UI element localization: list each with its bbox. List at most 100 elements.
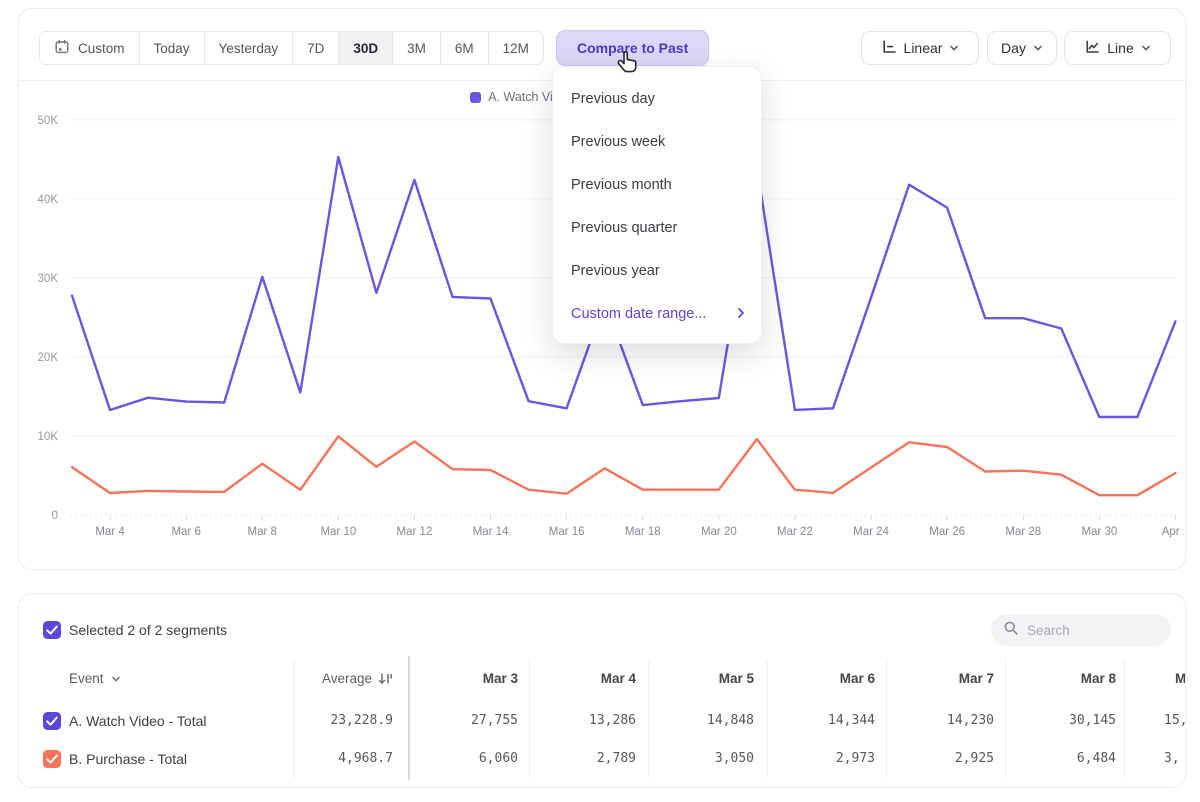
selected-segments-label: Selected 2 of 2 segments bbox=[69, 621, 227, 639]
menu-item-custom-date-range[interactable]: Custom date range... bbox=[553, 292, 761, 335]
y-axis-label: 40K bbox=[38, 194, 59, 206]
chevron-right-icon bbox=[737, 306, 745, 324]
calendar-icon bbox=[54, 39, 70, 58]
column-divider bbox=[767, 660, 768, 778]
range-option-today[interactable]: Today bbox=[140, 32, 205, 64]
average-value: 23,228.9 bbox=[283, 702, 393, 740]
cell-value: 14,344 bbox=[775, 702, 875, 740]
hand-pointer-cursor bbox=[615, 50, 641, 83]
date-column-header: Mar 7 bbox=[894, 664, 994, 694]
cell-value: 2,789 bbox=[536, 740, 636, 778]
range-option-label: 30D bbox=[353, 41, 378, 56]
chevron-down-icon bbox=[111, 674, 121, 684]
range-option-7d[interactable]: 7D bbox=[293, 32, 339, 64]
chart-type-dropdown-button[interactable]: Line bbox=[1064, 31, 1171, 65]
range-option-yesterday[interactable]: Yesterday bbox=[205, 32, 294, 64]
date-column-header: Mar 6 bbox=[775, 664, 875, 694]
segment-checkbox[interactable] bbox=[43, 750, 61, 768]
x-axis-label: Mar 6 bbox=[171, 526, 200, 538]
search-box[interactable] bbox=[991, 614, 1171, 646]
segments-table-card: Selected 2 of 2 segments Event Average Mar… bbox=[18, 593, 1186, 788]
x-axis-label: Mar 14 bbox=[473, 526, 509, 538]
date-range-segmented-control: Custom Today Yesterday 7D 30D 3M 6M 12M bbox=[39, 31, 544, 65]
average-column-header[interactable]: Average bbox=[283, 664, 393, 694]
range-option-6m[interactable]: 6M bbox=[441, 32, 489, 64]
line-chart-icon bbox=[1084, 39, 1100, 58]
granularity-dropdown-button[interactable]: Day bbox=[987, 31, 1057, 65]
cell-value: 27,755 bbox=[418, 702, 518, 740]
range-option-label: 3M bbox=[407, 41, 426, 56]
range-option-label: Yesterday bbox=[219, 41, 279, 56]
legend-swatch bbox=[470, 92, 481, 103]
column-divider bbox=[1005, 660, 1006, 778]
x-axis-label: Mar 16 bbox=[549, 526, 585, 538]
date-column-header-clipped: M bbox=[1175, 664, 1186, 694]
y-axis-label: 10K bbox=[38, 431, 59, 443]
x-axis-label: Mar 22 bbox=[777, 526, 813, 538]
menu-item-previous-year[interactable]: Previous year bbox=[553, 249, 761, 292]
range-option-label: 7D bbox=[307, 41, 324, 56]
chevron-down-icon bbox=[949, 40, 959, 56]
column-divider bbox=[1124, 660, 1125, 778]
range-option-3m[interactable]: 3M bbox=[393, 32, 441, 64]
chevron-down-icon bbox=[1033, 40, 1043, 56]
x-axis-label: Mar 4 bbox=[95, 526, 125, 538]
chart-type-label: Line bbox=[1107, 40, 1133, 56]
date-column-header: Mar 8 bbox=[1016, 664, 1116, 694]
x-axis-label: Mar 10 bbox=[320, 526, 356, 538]
menu-item-previous-week[interactable]: Previous week bbox=[553, 120, 761, 163]
segment-checkbox[interactable] bbox=[43, 712, 61, 730]
series-line-b-purchase[interactable] bbox=[72, 436, 1175, 495]
column-divider bbox=[886, 660, 887, 778]
cell-value: 6,060 bbox=[418, 740, 518, 778]
range-option-30d[interactable]: 30D bbox=[339, 32, 393, 64]
menu-item-previous-quarter[interactable]: Previous quarter bbox=[553, 206, 761, 249]
average-header-label: Average bbox=[322, 664, 372, 694]
y-axis-label: 30K bbox=[38, 273, 59, 285]
event-column-header[interactable]: Event bbox=[69, 664, 121, 694]
date-column-header: Mar 3 bbox=[418, 664, 518, 694]
range-option-custom[interactable]: Custom bbox=[40, 32, 140, 64]
select-all-checkbox[interactable] bbox=[43, 621, 61, 639]
x-axis-label: Mar 30 bbox=[1081, 526, 1117, 538]
cell-value-clipped: 15, bbox=[1164, 702, 1186, 740]
cell-value: 14,230 bbox=[894, 702, 994, 740]
cell-value: 13,286 bbox=[536, 702, 636, 740]
y-axis-label: 0 bbox=[52, 510, 58, 522]
scale-dropdown-button[interactable]: Linear bbox=[861, 31, 979, 65]
segment-row-label: B. Purchase - Total bbox=[69, 740, 187, 778]
cell-value: 30,145 bbox=[1016, 702, 1116, 740]
menu-item-previous-day[interactable]: Previous day bbox=[553, 77, 761, 120]
range-option-label: Today bbox=[154, 41, 190, 56]
x-axis-label: Mar 18 bbox=[625, 526, 661, 538]
menu-item-previous-month[interactable]: Previous month bbox=[553, 163, 761, 206]
linear-axis-icon bbox=[881, 39, 897, 58]
cell-value: 2,973 bbox=[775, 740, 875, 778]
segment-row-label: A. Watch Video - Total bbox=[69, 702, 206, 740]
event-header-label: Event bbox=[69, 664, 104, 694]
range-option-label: Custom bbox=[78, 41, 125, 56]
x-axis-label: Mar 8 bbox=[248, 526, 277, 538]
average-value: 4,968.7 bbox=[283, 740, 393, 778]
y-axis-label: 50K bbox=[38, 115, 59, 127]
date-column-header: Mar 5 bbox=[654, 664, 754, 694]
column-divider-strong bbox=[408, 656, 410, 780]
x-axis-label: Mar 24 bbox=[853, 526, 889, 538]
date-column-header: Mar 4 bbox=[536, 664, 636, 694]
cell-value: 14,848 bbox=[654, 702, 754, 740]
x-axis-label: Mar 26 bbox=[929, 526, 965, 538]
cell-value-clipped: 3, bbox=[1164, 740, 1186, 778]
y-axis-label: 20K bbox=[38, 352, 59, 364]
range-option-12m[interactable]: 12M bbox=[489, 32, 543, 64]
scale-label: Linear bbox=[904, 40, 943, 56]
search-icon bbox=[1003, 620, 1019, 641]
chevron-down-icon bbox=[1141, 40, 1151, 56]
column-divider bbox=[529, 660, 530, 778]
cell-value: 3,050 bbox=[654, 740, 754, 778]
range-option-label: 6M bbox=[455, 41, 474, 56]
x-axis-label: Mar 20 bbox=[701, 526, 737, 538]
x-axis-label: Apr 1 bbox=[1162, 526, 1184, 538]
search-input[interactable] bbox=[1027, 623, 1157, 638]
range-option-label: 12M bbox=[503, 41, 529, 56]
compare-to-past-menu: Previous dayPrevious weekPrevious monthP… bbox=[552, 66, 762, 344]
